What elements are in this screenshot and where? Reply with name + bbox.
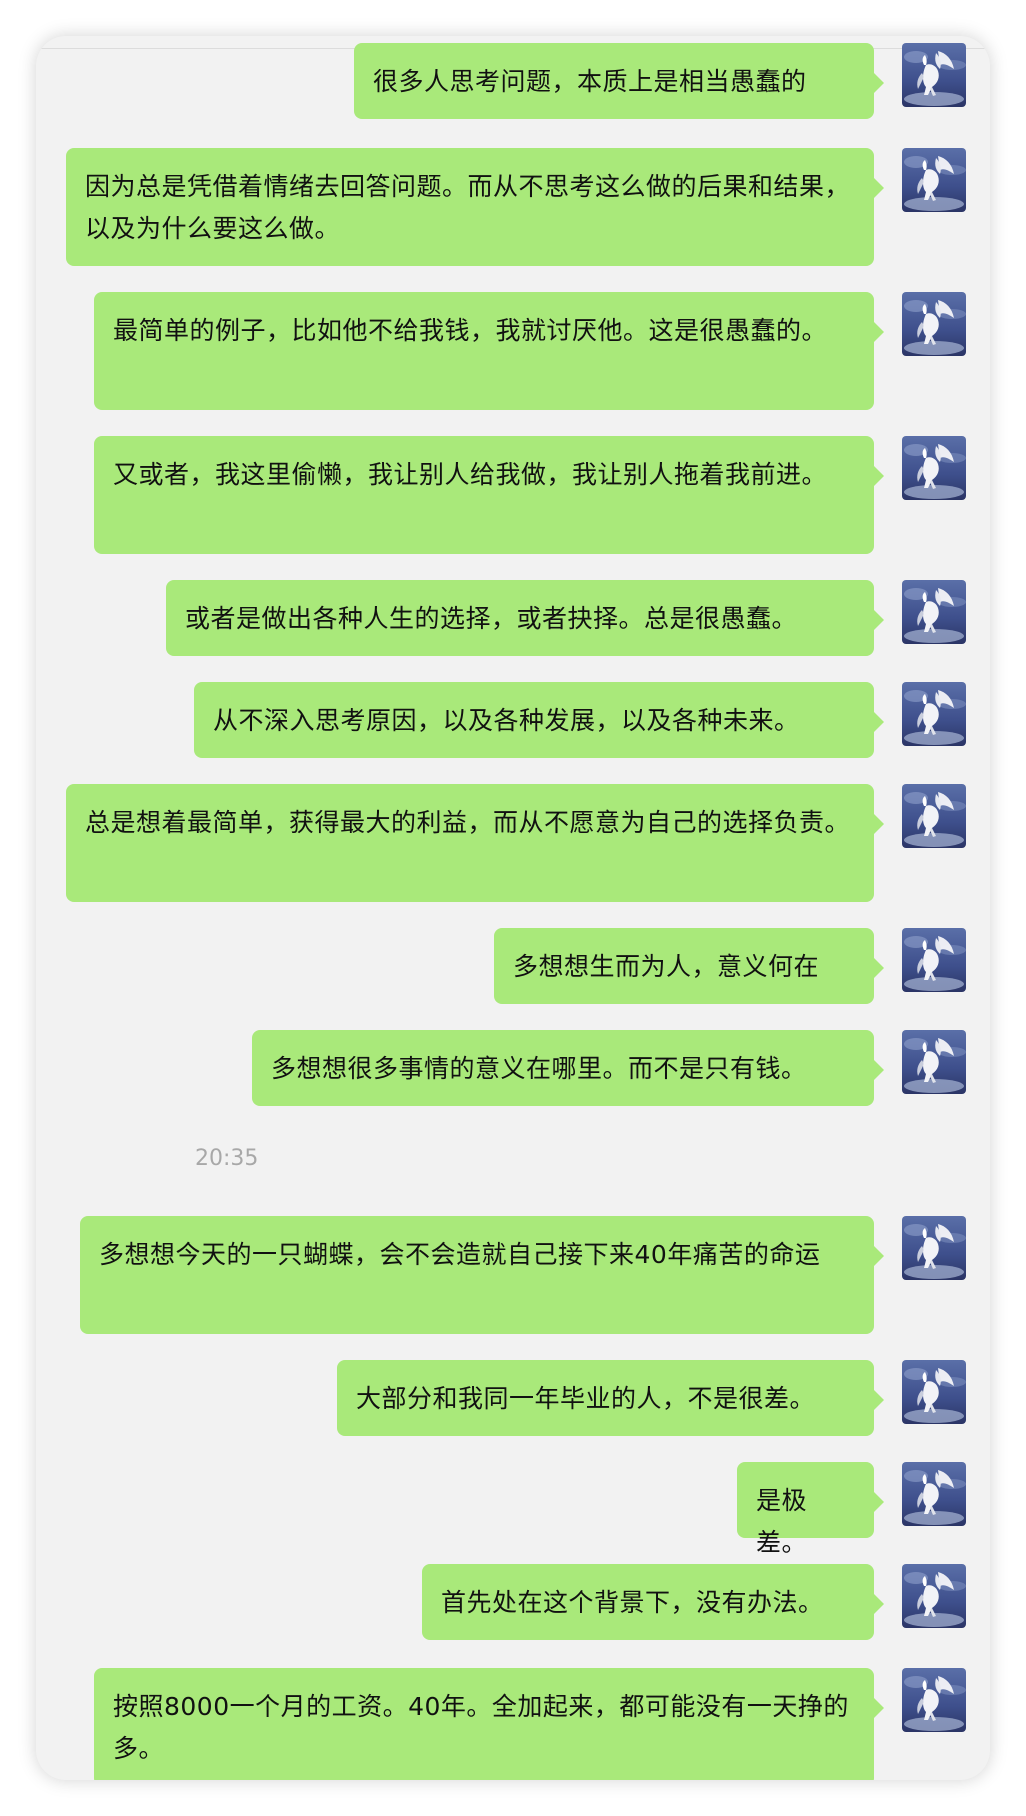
pegasus-avatar-icon[interactable] bbox=[902, 580, 966, 644]
timestamp: 20:35 bbox=[195, 1146, 259, 1171]
message-bubble[interactable]: 总是想着最简单，获得最大的利益，而从不愿意为自己的选择负责。 bbox=[66, 784, 884, 902]
pegasus-avatar-icon[interactable] bbox=[902, 43, 966, 107]
pegasus-avatar-icon[interactable] bbox=[902, 784, 966, 848]
pegasus-avatar-icon[interactable] bbox=[902, 1462, 966, 1526]
pegasus-avatar-icon[interactable] bbox=[902, 436, 966, 500]
message-bubble[interactable]: 按照8000一个月的工资。40年。全加起来，都可能没有一天挣的多。 bbox=[94, 1668, 884, 1780]
message-bubble[interactable]: 最简单的例子，比如他不给我钱，我就讨厌他。这是很愚蠢的。 bbox=[94, 292, 884, 410]
message-bubble[interactable]: 又或者，我这里偷懒，我让别人给我做，我让别人拖着我前进。 bbox=[94, 436, 884, 554]
message-bubble[interactable]: 因为总是凭借着情绪去回答问题。而从不思考这么做的后果和结果，以及为什么要这么做。 bbox=[66, 148, 884, 266]
message-bubble[interactable]: 从不深入思考原因，以及各种发展，以及各种未来。 bbox=[194, 682, 884, 758]
message-bubble[interactable]: 多想想生而为人，意义何在 bbox=[494, 928, 884, 1004]
pegasus-avatar-icon[interactable] bbox=[902, 682, 966, 746]
pegasus-avatar-icon[interactable] bbox=[902, 1216, 966, 1280]
pegasus-avatar-icon[interactable] bbox=[902, 1668, 966, 1732]
message-bubble[interactable]: 是极差。 bbox=[737, 1462, 884, 1557]
message-bubble[interactable]: 大部分和我同一年毕业的人，不是很差。 bbox=[337, 1360, 884, 1436]
pegasus-avatar-icon[interactable] bbox=[902, 292, 966, 356]
pegasus-avatar-icon[interactable] bbox=[902, 1030, 966, 1094]
message-bubble[interactable]: 或者是做出各种人生的选择，或者抉择。总是很愚蠢。 bbox=[166, 580, 884, 656]
pegasus-avatar-icon[interactable] bbox=[902, 148, 966, 212]
message-bubble[interactable]: 很多人思考问题，本质上是相当愚蠢的 bbox=[354, 43, 884, 119]
chat-window: 很多人思考问题，本质上是相当愚蠢的 因为总是凭借着情绪去回答问题。而从不思考这么… bbox=[36, 36, 990, 1780]
message-bubble[interactable]: 多想想今天的一只蝴蝶，会不会造就自己接下来40年痛苦的命运 bbox=[80, 1216, 884, 1334]
pegasus-avatar-icon[interactable] bbox=[902, 1360, 966, 1424]
message-bubble[interactable]: 多想想很多事情的意义在哪里。而不是只有钱。 bbox=[252, 1030, 884, 1106]
pegasus-avatar-icon[interactable] bbox=[902, 928, 966, 992]
pegasus-avatar-icon[interactable] bbox=[902, 1564, 966, 1628]
message-bubble[interactable]: 首先处在这个背景下，没有办法。 bbox=[422, 1564, 884, 1640]
